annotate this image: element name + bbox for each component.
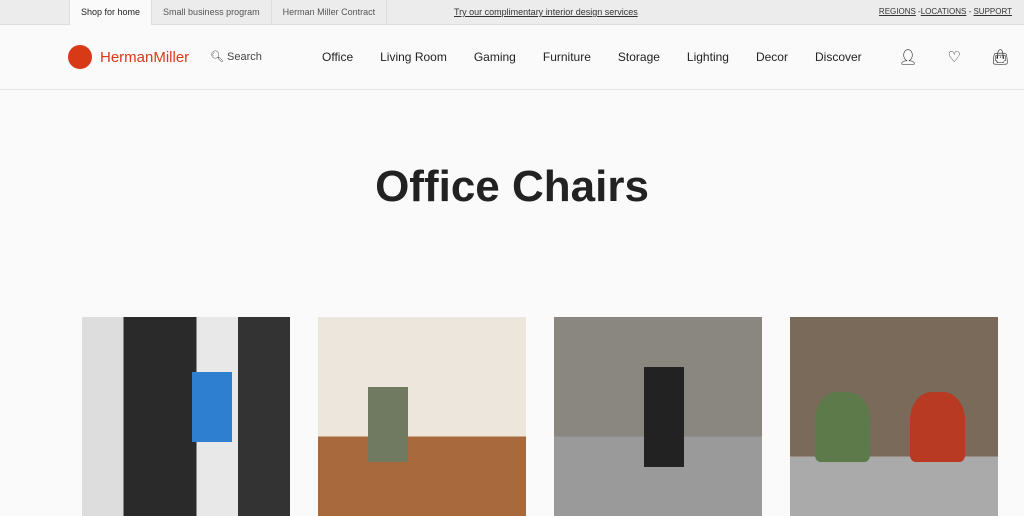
tab-contract[interactable]: Herman Miller Contract — [272, 0, 388, 25]
product-image[interactable] — [554, 317, 762, 516]
bag-icon[interactable]: 👜︎ — [991, 48, 1010, 66]
page-title: Office Chairs — [375, 162, 649, 211]
brand-name: HermanMiller — [100, 48, 190, 66]
product-image[interactable] — [82, 317, 290, 516]
product-image[interactable] — [318, 317, 526, 516]
search-icon: 🔍︎ — [210, 51, 224, 63]
design-services-link[interactable]: Try our complimentary interior design se… — [454, 7, 638, 17]
nav-office[interactable]: Office — [322, 50, 353, 64]
logo-icon — [68, 45, 92, 69]
product-image[interactable] — [790, 317, 998, 516]
search-label: Search — [227, 51, 262, 63]
nav-living-room[interactable]: Living Room — [380, 50, 447, 64]
account-icon[interactable]: 👤︎ — [898, 48, 917, 66]
nav-furniture[interactable]: Furniture — [543, 50, 591, 64]
nav-decor[interactable]: Decor — [756, 50, 788, 64]
support-link[interactable]: SUPPORT — [973, 7, 1012, 16]
nav-storage[interactable]: Storage — [618, 50, 660, 64]
nav-lighting[interactable]: Lighting — [687, 50, 729, 64]
regions-link[interactable]: REGIONS — [879, 7, 916, 16]
nav-discover[interactable]: Discover — [815, 50, 862, 64]
nav-gaming[interactable]: Gaming — [474, 50, 516, 64]
brand-logo[interactable]: HermanMiller — [68, 45, 189, 69]
tab-small-business[interactable]: Small business program — [152, 0, 272, 25]
locations-link[interactable]: LOCATIONS — [921, 7, 967, 16]
main-header: HermanMiller 🔍︎ Search Office Living Roo… — [0, 25, 1024, 90]
utility-bar: Shop for home Small business program Her… — [0, 0, 1024, 25]
tab-shop-for-home[interactable]: Shop for home — [69, 0, 153, 25]
search-button[interactable]: 🔍︎ Search — [210, 50, 262, 63]
heart-icon[interactable]: ♡ — [948, 48, 961, 66]
